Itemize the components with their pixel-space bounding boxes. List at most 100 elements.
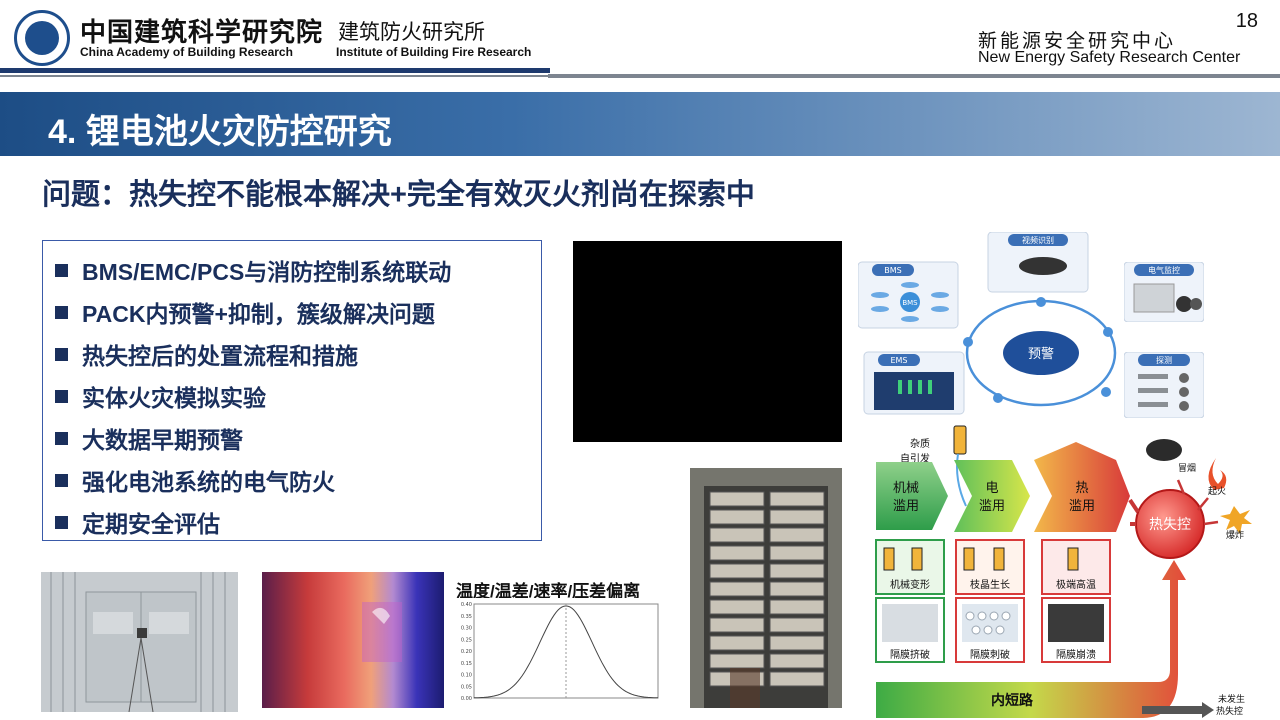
bullet-square-icon (55, 431, 68, 445)
bms-node-label: BMS (884, 266, 901, 275)
battery-module (769, 635, 825, 651)
video-node-label: 视频识别 (1022, 235, 1054, 245)
svg-text:滥用: 滥用 (893, 499, 919, 514)
thermal-abuse-label: 热 (1075, 481, 1088, 496)
svg-text:极端高温: 极端高温 (1056, 578, 1096, 591)
center-name-en: New Energy Safety Research Center (978, 49, 1241, 66)
electrical-separator-box: 隔膜刺破 (955, 597, 1025, 663)
battery-module (769, 617, 825, 633)
battery-module (769, 527, 825, 543)
battery-module (709, 617, 765, 633)
bullet-item: 定期安全评估 (55, 505, 220, 539)
svg-text:隔膜刺破: 隔膜刺破 (970, 648, 1010, 661)
institute-name-en: Institute of Building Fire Research (336, 45, 532, 59)
bullet-square-icon (55, 305, 68, 319)
battery-module (709, 563, 765, 579)
y-tick-label: 0.05 (461, 684, 472, 690)
bullet-item: 实体火灾模拟实验 (55, 379, 266, 413)
bullet-item: 强化电池系统的电气防火 (55, 463, 335, 497)
slide-title: 4. 锂电池火灾防控研究 (48, 113, 392, 151)
header-rule-dark (0, 68, 550, 73)
electrical-effect-box: 枝晶生长 (955, 539, 1025, 595)
bullet-square-icon (55, 263, 68, 277)
y-tick-label: 0.15 (461, 661, 472, 667)
battery-module (769, 563, 825, 579)
warning-center-label: 预警 (1028, 346, 1054, 362)
infrared-image (262, 572, 444, 708)
svg-text:机械变形: 机械变形 (890, 578, 930, 591)
institute-name-cn: 建筑防火研究所 (338, 21, 485, 44)
y-tick-label: 0.35 (461, 614, 472, 620)
battery-module (769, 581, 825, 597)
thermal-effect-box: 极端高温 (1041, 539, 1111, 595)
bms-core-label: BMS (902, 299, 918, 307)
no-runaway-label-1: 未发生 (1218, 693, 1245, 705)
battery-module (709, 653, 765, 669)
ems-node-label: EMS (890, 356, 907, 365)
electric-monitor-node: 电气监控 (1124, 262, 1204, 322)
page-number: 18 (1235, 10, 1258, 32)
mechanical-effect-box: 机械变形 (875, 539, 945, 595)
bullet-square-icon (55, 389, 68, 403)
battery-module (709, 527, 765, 543)
container-photo (41, 572, 238, 712)
early-warning-diagram: 预警 BMS BMS 视频识别 EMS (857, 231, 1140, 420)
no-runaway-label-2: 热失控 (1216, 705, 1243, 717)
battery-module (769, 545, 825, 561)
bullet-item: 热失控后的处置流程和措施 (55, 337, 358, 371)
battery-module (709, 635, 765, 651)
battery-module (769, 509, 825, 525)
battery-module (769, 653, 825, 669)
bullet-list: BMS/EMC/PCS与消防控制系统联动 PACK内预警+抑制，簇级解决问题 热… (42, 240, 542, 541)
video-frame[interactable] (573, 241, 842, 442)
fire-label: 起火 (1208, 486, 1226, 497)
battery-rack-photo (690, 468, 842, 708)
y-tick-label: 0.25 (461, 637, 472, 643)
svg-text:电气监控: 电气监控 (1148, 265, 1180, 275)
battery-module (709, 581, 765, 597)
explosion-label: 爆炸 (1226, 529, 1244, 541)
org-name-en: China Academy of Building Research (80, 45, 293, 59)
svg-text:隔膜崩溃: 隔膜崩溃 (1056, 648, 1096, 661)
logo-emblem (25, 21, 59, 55)
battery-module (769, 599, 825, 615)
svg-text:隔膜挤破: 隔膜挤破 (890, 648, 930, 661)
bullet-item: 大数据早期预警 (55, 421, 243, 455)
svg-text:枝晶生长: 枝晶生长 (970, 578, 1010, 591)
bullet-item: PACK内预警+抑制，簇级解决问题 (55, 295, 435, 329)
y-tick-label: 0.20 (461, 649, 472, 655)
battery-module (709, 545, 765, 561)
bullet-square-icon (55, 347, 68, 361)
svg-text:滥用: 滥用 (979, 499, 1005, 514)
bullet-square-icon (55, 515, 68, 529)
header-rule-thin (0, 75, 548, 77)
y-tick-label: 0.10 (461, 673, 472, 679)
y-tick-label: 0.00 (461, 696, 472, 702)
battery-module (769, 491, 825, 507)
battery-module (769, 671, 825, 687)
bullet-item: BMS/EMC/PCS与消防控制系统联动 (55, 253, 451, 287)
cabr-logo (14, 10, 70, 66)
deviation-chart: 0.40 0.35 0.30 0.25 0.20 0.15 0.10 0.05 0.00 (452, 598, 668, 710)
battery-module (709, 509, 765, 525)
mechanical-abuse-label: 机械 (893, 481, 919, 496)
bullet-square-icon (55, 473, 68, 487)
chart-axes (473, 603, 659, 699)
thermal-separator-box: 隔膜崩溃 (1041, 597, 1111, 663)
thermal-runaway-label: 热失控 (1149, 517, 1191, 533)
y-tick-label: 0.40 (461, 602, 472, 608)
smoke-label: 冒烟 (1178, 462, 1196, 474)
mechanical-separator-box: 隔膜挤破 (875, 597, 945, 663)
battery-module (709, 491, 765, 507)
electrical-abuse-label: 电 (985, 481, 998, 496)
thermal-runaway-diagram: 杂质 自引发 机械 滥用 电 滥用 热 滥用 热失控 冒烟 起火 爆炸 机械变形… (862, 420, 1262, 720)
slide-subtitle: 问题：热失控不能根本解决+完全有效灭火剂尚在探索中 (42, 179, 755, 211)
internal-short-label: 内短路 (991, 692, 1034, 709)
y-tick-label: 0.30 (461, 626, 472, 632)
svg-text:滥用: 滥用 (1069, 499, 1095, 514)
svg-text:探测: 探测 (1156, 355, 1172, 365)
header-rule-gray (548, 74, 1280, 78)
org-name-cn: 中国建筑科学研究院 (80, 18, 324, 48)
battery-module (709, 599, 765, 615)
impurity-label: 杂质 (910, 438, 930, 450)
